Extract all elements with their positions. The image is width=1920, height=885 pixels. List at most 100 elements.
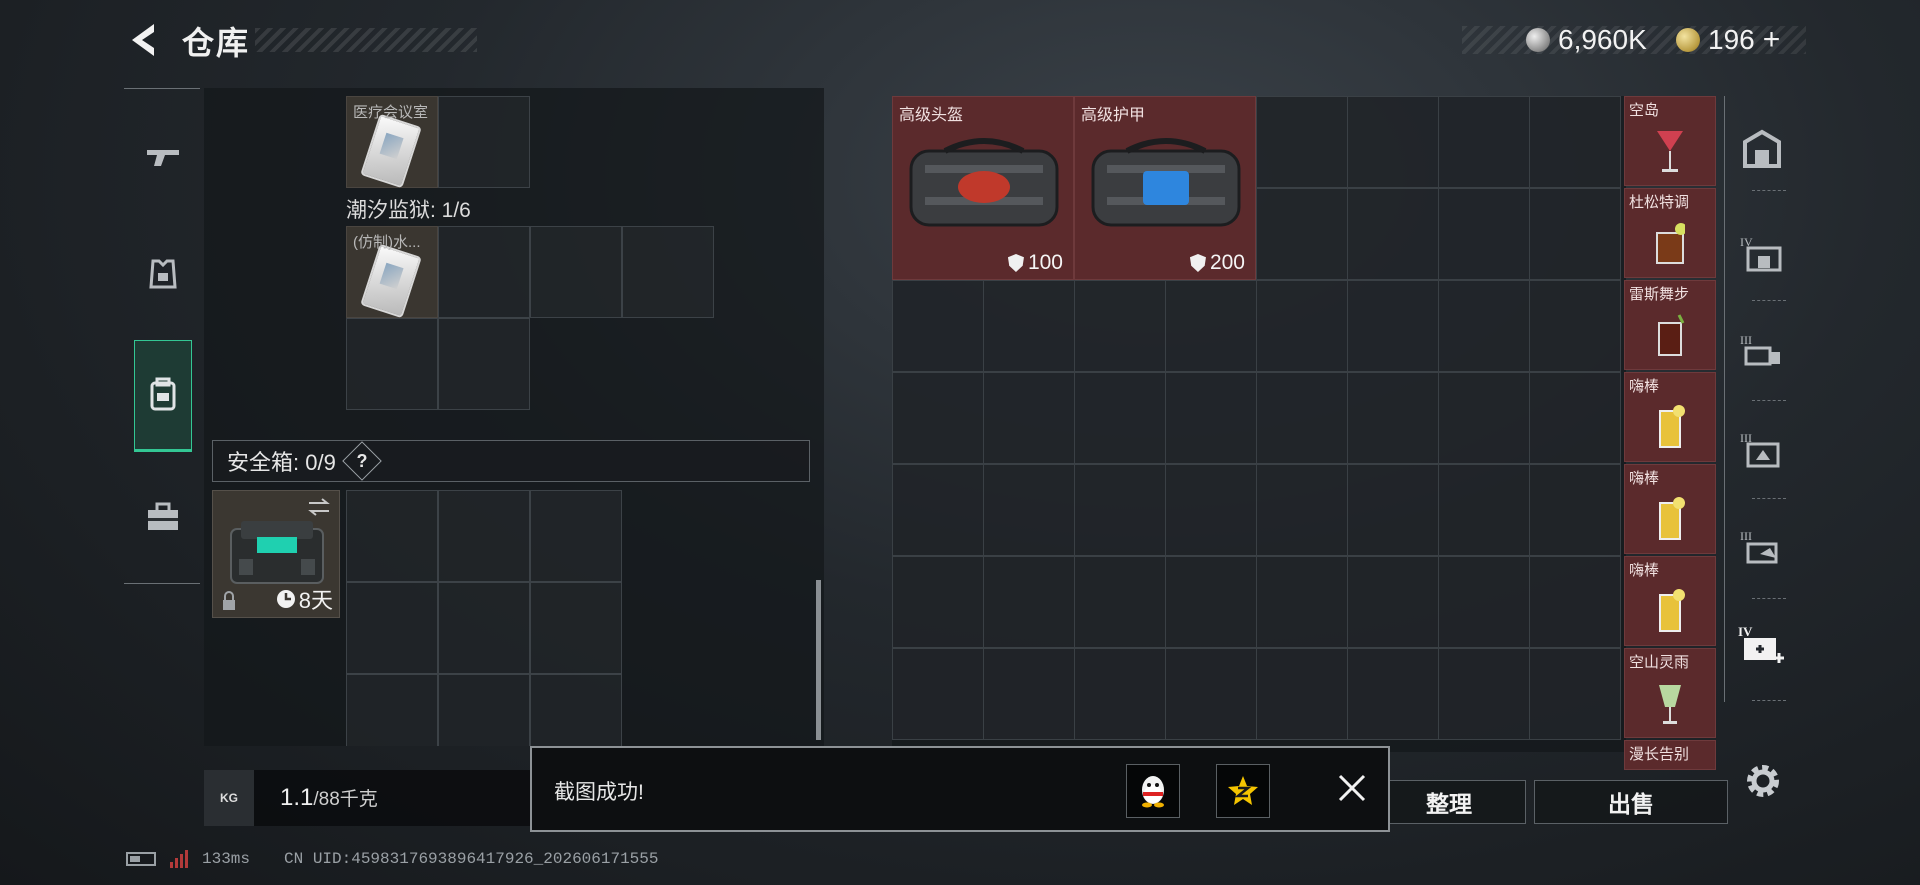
back-button[interactable] bbox=[124, 18, 164, 62]
drink-item[interactable]: 嗨棒 bbox=[1624, 372, 1716, 462]
warehouse-slot[interactable] bbox=[1165, 280, 1257, 372]
drink-item[interactable]: 嗨棒 bbox=[1624, 464, 1716, 554]
qzone-share-button[interactable] bbox=[1216, 764, 1270, 818]
warehouse-slot[interactable] bbox=[1256, 188, 1348, 280]
swap-icon[interactable] bbox=[307, 497, 331, 517]
rail-armor[interactable] bbox=[134, 240, 192, 310]
toast-message: 截图成功! bbox=[554, 781, 644, 804]
safe-slot[interactable] bbox=[438, 582, 530, 674]
warehouse-slot[interactable] bbox=[1256, 280, 1348, 372]
scrollbar[interactable] bbox=[816, 580, 821, 740]
item-medical-keycard[interactable]: 医疗会议室 bbox=[346, 96, 438, 189]
warehouse-slot[interactable] bbox=[1256, 96, 1348, 188]
warehouse-slot[interactable] bbox=[1165, 372, 1257, 464]
inventory-slot[interactable] bbox=[622, 226, 714, 318]
organize-button[interactable]: 整理 bbox=[1372, 780, 1526, 824]
safe-slot[interactable] bbox=[438, 674, 530, 746]
warehouse-slot[interactable] bbox=[983, 372, 1075, 464]
warehouse-slot[interactable] bbox=[1438, 280, 1530, 372]
drink-item[interactable]: 雷斯舞步 bbox=[1624, 280, 1716, 370]
safe-slot[interactable] bbox=[438, 490, 530, 582]
item-advanced-helmet[interactable]: 高级头盔 100 bbox=[892, 96, 1074, 280]
close-icon[interactable] bbox=[1332, 768, 1372, 808]
safe-slot[interactable] bbox=[530, 674, 622, 746]
warehouse-slot[interactable] bbox=[1529, 188, 1621, 280]
item-imitation-keycard[interactable]: (仿制)水... bbox=[346, 226, 438, 319]
warehouse-slot[interactable] bbox=[1256, 464, 1348, 556]
drink-item[interactable]: 杜松特调 bbox=[1624, 188, 1716, 278]
warehouse-slot[interactable] bbox=[983, 280, 1075, 372]
safe-slot[interactable] bbox=[346, 674, 438, 746]
warehouse-slot[interactable] bbox=[1256, 648, 1348, 740]
warehouse-slot[interactable] bbox=[1347, 96, 1439, 188]
gold-currency[interactable]: 196 + bbox=[1676, 22, 1780, 58]
safe-box-item[interactable]: 8天 bbox=[212, 490, 340, 618]
inventory-slot[interactable] bbox=[346, 318, 438, 410]
warehouse-slot[interactable] bbox=[1438, 372, 1530, 464]
rail-vault[interactable] bbox=[1734, 116, 1790, 180]
qq-share-button[interactable] bbox=[1126, 764, 1180, 818]
warehouse-slot[interactable] bbox=[892, 556, 984, 648]
warehouse-slot[interactable] bbox=[1529, 464, 1621, 556]
drink-item[interactable]: 嗨棒 bbox=[1624, 556, 1716, 646]
rail-weapon[interactable] bbox=[134, 122, 192, 192]
warehouse-slot[interactable] bbox=[1347, 648, 1439, 740]
inventory-slot[interactable] bbox=[530, 226, 622, 318]
warehouse-slot[interactable] bbox=[1347, 556, 1439, 648]
warehouse-slot[interactable] bbox=[1529, 372, 1621, 464]
help-button[interactable]: ? bbox=[342, 441, 382, 481]
warehouse-slot[interactable] bbox=[1074, 556, 1166, 648]
warehouse-slot[interactable] bbox=[983, 648, 1075, 740]
warehouse-slot[interactable] bbox=[1529, 556, 1621, 648]
inventory-slot[interactable] bbox=[438, 226, 530, 318]
warehouse-slot[interactable] bbox=[1438, 188, 1530, 280]
drink-item[interactable]: 漫长告别 bbox=[1624, 740, 1716, 770]
warehouse-slot[interactable] bbox=[1438, 96, 1530, 188]
warehouse-slot[interactable] bbox=[1074, 372, 1166, 464]
drink-label: 嗨棒 bbox=[1629, 562, 1660, 579]
warehouse-slot[interactable] bbox=[1074, 464, 1166, 556]
drink-item[interactable]: 空岛 bbox=[1624, 96, 1716, 186]
settings-gear-icon[interactable] bbox=[1740, 758, 1786, 804]
warehouse-slot[interactable] bbox=[1165, 464, 1257, 556]
warehouse-slot[interactable] bbox=[1256, 556, 1348, 648]
warehouse-slot[interactable] bbox=[1074, 648, 1166, 740]
warehouse-slot[interactable] bbox=[1529, 280, 1621, 372]
warehouse-slot[interactable] bbox=[1438, 648, 1530, 740]
safe-slot[interactable] bbox=[346, 582, 438, 674]
warehouse-slot[interactable] bbox=[1347, 372, 1439, 464]
warehouse-slot[interactable] bbox=[1347, 280, 1439, 372]
warehouse-slot[interactable] bbox=[1438, 556, 1530, 648]
warehouse-slot[interactable] bbox=[892, 464, 984, 556]
safe-slot[interactable] bbox=[530, 490, 622, 582]
warehouse-slot[interactable] bbox=[1347, 464, 1439, 556]
warehouse-slot[interactable] bbox=[983, 464, 1075, 556]
warehouse-slot[interactable] bbox=[892, 648, 984, 740]
warehouse-slot[interactable] bbox=[1347, 188, 1439, 280]
warehouse-slot[interactable] bbox=[1529, 96, 1621, 188]
add-currency-button[interactable]: + bbox=[1763, 23, 1781, 57]
inventory-slot[interactable] bbox=[438, 96, 530, 188]
rail-tier-iii-crate[interactable]: III bbox=[1734, 418, 1790, 482]
warehouse-slot[interactable] bbox=[892, 372, 984, 464]
safe-slot[interactable] bbox=[346, 490, 438, 582]
sell-button[interactable]: 出售 bbox=[1534, 780, 1728, 824]
rail-backpack[interactable] bbox=[134, 340, 192, 452]
inventory-slot[interactable] bbox=[438, 318, 530, 410]
rail-tier-iv-medkit[interactable]: IV bbox=[1734, 614, 1790, 678]
rail-tier-iv-container[interactable]: IV bbox=[1734, 222, 1790, 286]
warehouse-slot[interactable] bbox=[1256, 372, 1348, 464]
rail-tier-iii-hand[interactable]: III bbox=[1734, 516, 1790, 580]
warehouse-slot[interactable] bbox=[983, 556, 1075, 648]
warehouse-slot[interactable] bbox=[892, 280, 984, 372]
warehouse-slot[interactable] bbox=[1529, 648, 1621, 740]
rail-tier-iii-truck[interactable]: III bbox=[1734, 320, 1790, 384]
rail-toolbox[interactable] bbox=[134, 482, 192, 552]
drink-item[interactable]: 空山灵雨 bbox=[1624, 648, 1716, 738]
warehouse-slot[interactable] bbox=[1165, 556, 1257, 648]
item-advanced-armor[interactable]: 高级护甲 200 bbox=[1074, 96, 1256, 280]
warehouse-slot[interactable] bbox=[1165, 648, 1257, 740]
warehouse-slot[interactable] bbox=[1438, 464, 1530, 556]
warehouse-slot[interactable] bbox=[1074, 280, 1166, 372]
safe-slot[interactable] bbox=[530, 582, 622, 674]
